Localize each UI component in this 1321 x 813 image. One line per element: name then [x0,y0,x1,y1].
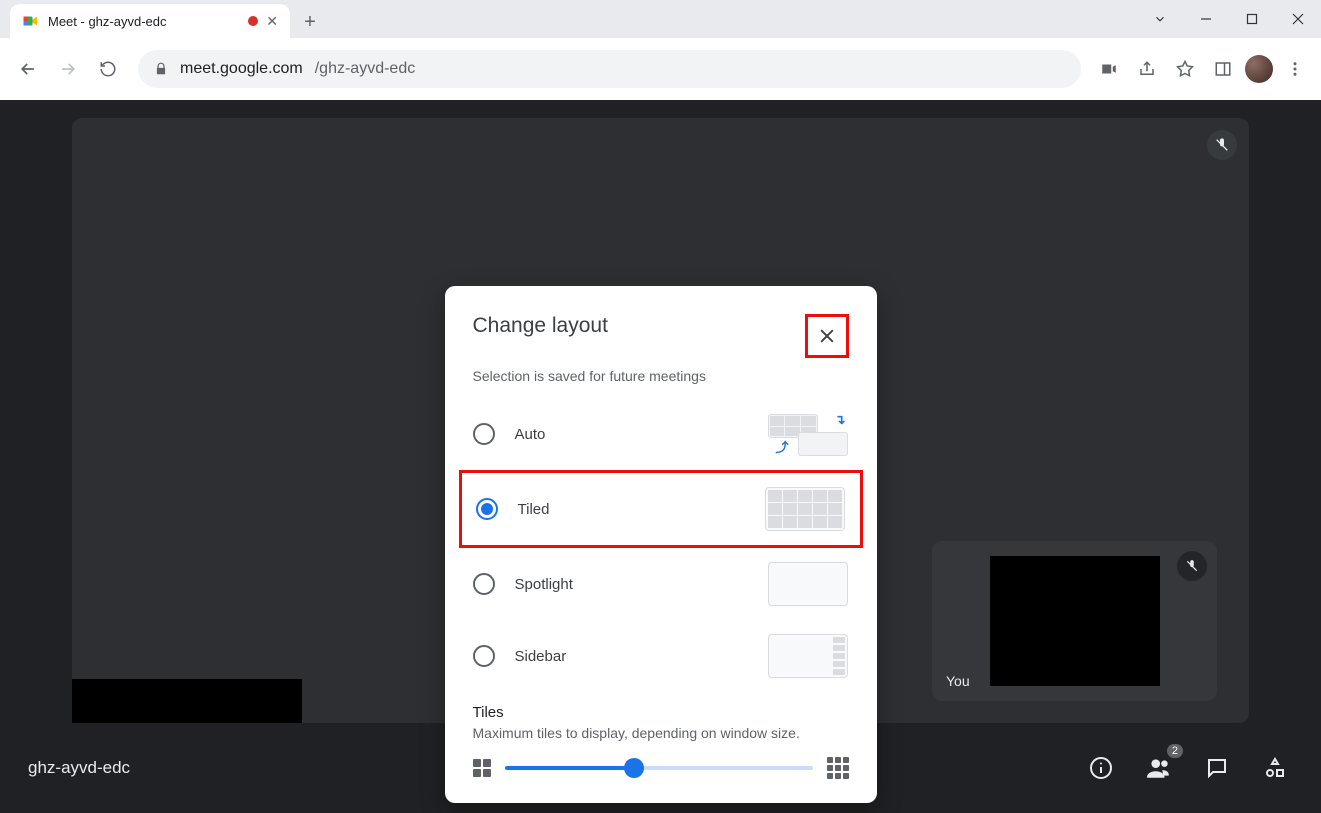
slider-max-icon [827,757,849,779]
close-button-highlight [805,314,849,358]
share-icon[interactable] [1131,53,1163,85]
layout-option-auto[interactable]: Auto ↴ ⤴ [459,398,863,470]
radio-spotlight[interactable] [473,573,495,595]
bookmark-star-icon[interactable] [1169,53,1201,85]
layout-option-tiled[interactable]: Tiled [459,470,863,548]
thumb-sidebar-icon [767,632,849,680]
participant-muted-icon [1207,130,1237,160]
change-layout-dialog: Change layout Selection is saved for fut… [445,286,877,803]
browser-chrome: Meet - ghz-ayvd-edc ✕ + meet.google.com/… [0,0,1321,100]
radio-auto[interactable] [473,423,495,445]
window-maximize-button[interactable] [1229,3,1275,35]
radio-tiled[interactable] [476,498,498,520]
window-minimize-button[interactable] [1183,3,1229,35]
browser-tab[interactable]: Meet - ghz-ayvd-edc ✕ [10,4,290,38]
tiles-slider-section: Tiles Maximum tiles to display, dependin… [445,692,877,779]
dialog-title: Change layout [473,314,608,338]
self-label: You [946,673,970,689]
people-button[interactable]: 2 [1141,750,1177,786]
option-label-spotlight: Spotlight [515,576,573,593]
meet-favicon-icon [22,12,40,30]
url-path: /ghz-ayvd-edc [315,60,416,78]
meeting-code: ghz-ayvd-edc [28,758,130,778]
dialog-subtitle: Selection is saved for future meetings [445,364,877,398]
self-view-tile[interactable]: You [932,541,1217,701]
address-bar[interactable]: meet.google.com/ghz-ayvd-edc [138,50,1081,88]
chrome-menu-button[interactable] [1279,53,1311,85]
tiles-slider[interactable] [505,766,813,770]
layout-option-spotlight[interactable]: Spotlight [459,548,863,620]
window-close-button[interactable] [1275,3,1321,35]
tab-bar: Meet - ghz-ayvd-edc ✕ + [0,0,1321,38]
tab-title: Meet - ghz-ayvd-edc [48,14,167,29]
participant-name-redacted [72,679,302,723]
tab-close-button[interactable]: ✕ [266,13,278,30]
right-controls: 2 [1083,750,1293,786]
slider-fill [505,766,634,770]
option-label-auto: Auto [515,426,546,443]
self-muted-icon [1177,551,1207,581]
dialog-close-button[interactable] [810,319,844,353]
window-dropdown-icon[interactable] [1137,3,1183,35]
window-controls [1137,0,1321,38]
self-video-redacted [990,556,1160,686]
radio-sidebar[interactable] [473,645,495,667]
slider-min-icon [473,759,491,777]
back-button[interactable] [10,51,46,87]
reload-button[interactable] [90,51,126,87]
url-host: meet.google.com [180,60,303,78]
chat-button[interactable] [1199,750,1235,786]
tiles-heading: Tiles [473,704,849,721]
thumb-auto-icon: ↴ ⤴ [767,410,849,458]
new-tab-button[interactable]: + [294,6,326,38]
thumb-tiled-icon [764,485,846,533]
meet-app: You ghz-ayvd-edc CC 2 Change layout [0,100,1321,813]
forward-button[interactable] [50,51,86,87]
meeting-details-button[interactable] [1083,750,1119,786]
lock-icon [154,62,168,76]
thumb-spotlight-icon [767,560,849,608]
layout-option-sidebar[interactable]: Sidebar [459,620,863,692]
tiles-description: Maximum tiles to display, depending on w… [473,725,849,741]
activities-button[interactable] [1257,750,1293,786]
camera-indicator-icon[interactable] [1093,53,1125,85]
slider-thumb[interactable] [624,758,644,778]
option-label-tiled: Tiled [518,501,550,518]
recording-indicator-icon [248,16,258,26]
address-bar-row: meet.google.com/ghz-ayvd-edc [0,38,1321,100]
profile-avatar[interactable] [1245,55,1273,83]
participant-count-badge: 2 [1167,744,1183,758]
side-panel-icon[interactable] [1207,53,1239,85]
option-label-sidebar: Sidebar [515,648,567,665]
